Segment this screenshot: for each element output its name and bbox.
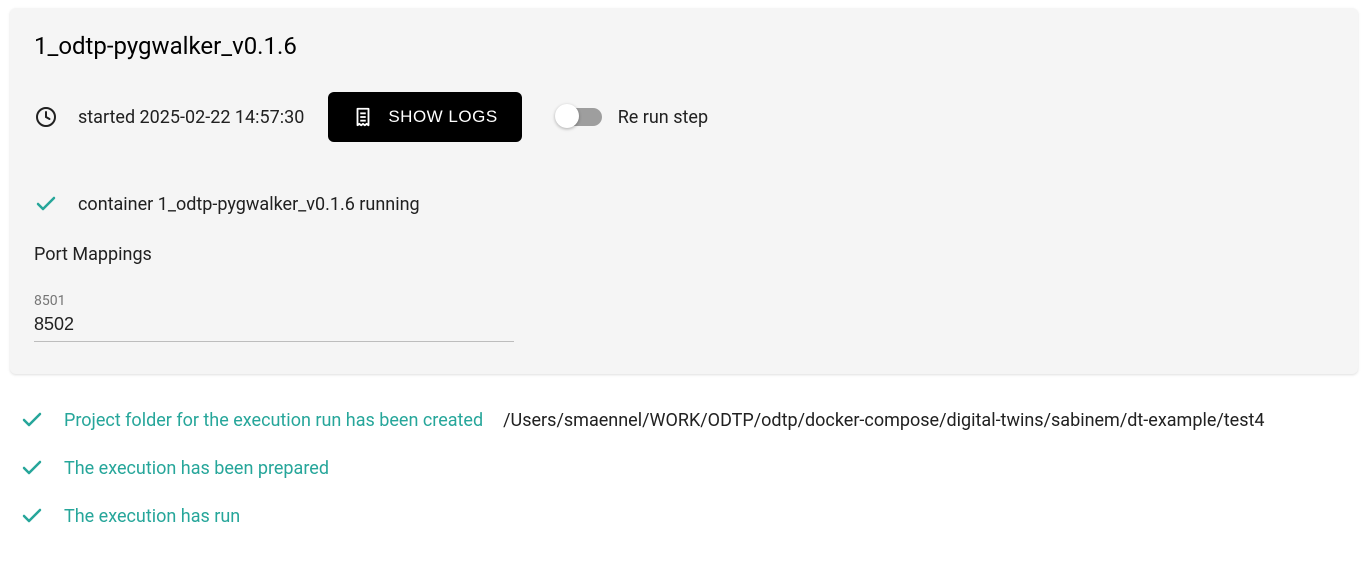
started-timestamp: started 2025-02-22 14:57:30 [78, 107, 304, 128]
receipt-icon [352, 106, 374, 128]
container-status-text: container 1_odtp-pygwalker_v0.1.6 runnin… [78, 194, 420, 215]
status-message: Project folder for the execution run has… [64, 410, 483, 431]
port-input-label: 8501 [34, 293, 514, 309]
check-icon [34, 192, 58, 216]
action-row: started 2025-02-22 14:57:30 SHOW LOGS Re… [34, 92, 1334, 142]
status-row-run: The execution has run [20, 504, 1348, 528]
container-status-row: container 1_odtp-pygwalker_v0.1.6 runnin… [34, 192, 1334, 216]
check-icon [20, 504, 44, 528]
port-mappings-heading: Port Mappings [34, 244, 1334, 265]
rerun-toggle[interactable] [558, 108, 602, 126]
status-message: The execution has been prepared [64, 458, 329, 479]
show-logs-label: SHOW LOGS [388, 107, 497, 127]
status-row-folder-created: Project folder for the execution run has… [20, 408, 1348, 432]
clock-icon [34, 105, 58, 129]
check-icon [20, 408, 44, 432]
rerun-label: Re run step [618, 107, 708, 128]
status-row-prepared: The execution has been prepared [20, 456, 1348, 480]
show-logs-button[interactable]: SHOW LOGS [328, 92, 521, 142]
port-input-block: 8501 [34, 293, 514, 342]
toggle-thumb [555, 104, 579, 128]
execution-status-list: Project folder for the execution run has… [0, 390, 1368, 528]
step-card: 1_odtp-pygwalker_v0.1.6 started 2025-02-… [10, 8, 1358, 374]
check-icon [20, 456, 44, 480]
rerun-toggle-wrap: Re run step [558, 107, 708, 128]
port-input[interactable] [34, 311, 514, 342]
status-message: The execution has run [64, 506, 240, 527]
status-path: /Users/smaennel/WORK/ODTP/odtp/docker-co… [503, 410, 1264, 431]
card-title: 1_odtp-pygwalker_v0.1.6 [34, 32, 1334, 60]
